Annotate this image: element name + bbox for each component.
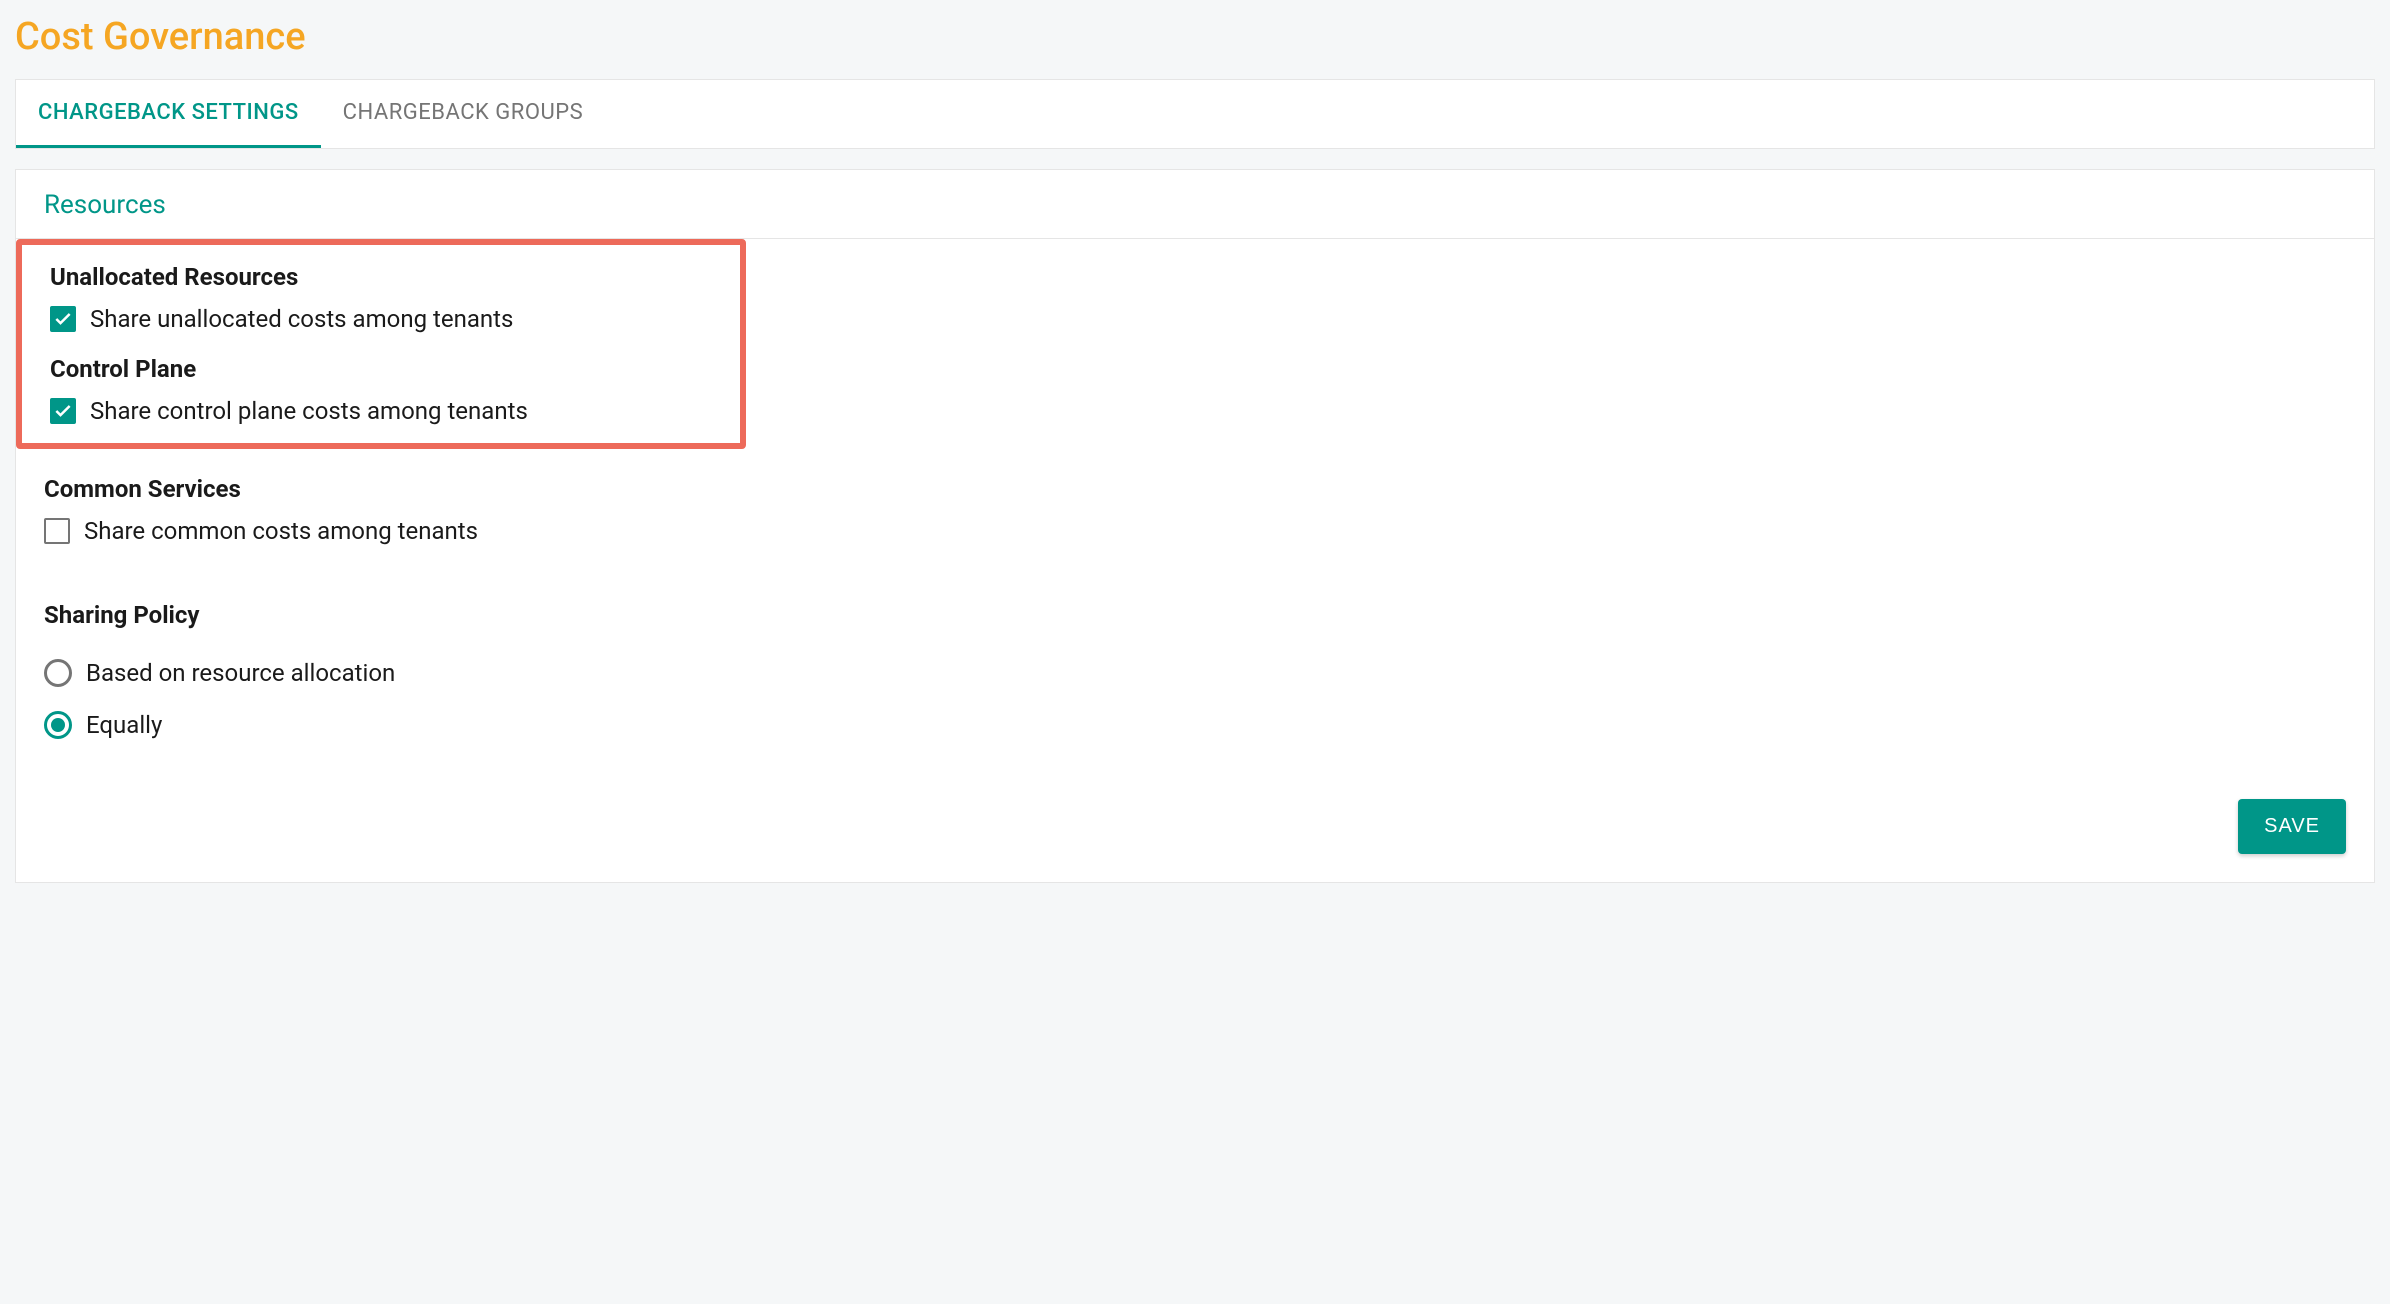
content-card: Resources Unallocated Resources Share un…: [15, 169, 2375, 883]
checkbox-label-unallocated: Share unallocated costs among tenants: [90, 305, 513, 333]
highlight-annotation: Unallocated Resources Share unallocated …: [16, 239, 746, 449]
tabs-container: CHARGEBACK SETTINGS CHARGEBACK GROUPS: [15, 79, 2375, 149]
setting-unallocated-resources: Unallocated Resources Share unallocated …: [50, 263, 720, 333]
checkbox-label-common-services: Share common costs among tenants: [84, 517, 478, 545]
tab-chargeback-settings[interactable]: CHARGEBACK SETTINGS: [16, 80, 321, 148]
content-body: Unallocated Resources Share unallocated …: [16, 239, 2374, 882]
save-button[interactable]: SAVE: [2238, 799, 2346, 854]
radio-equally[interactable]: [44, 711, 72, 739]
setting-control-plane: Control Plane Share control plane costs …: [50, 355, 720, 425]
setting-title-common-services: Common Services: [44, 475, 2346, 503]
checkbox-label-control-plane: Share control plane costs among tenants: [90, 397, 528, 425]
sharing-policy-title: Sharing Policy: [44, 601, 2346, 629]
checkbox-share-control-plane[interactable]: [50, 398, 76, 424]
checkmark-icon: [53, 401, 73, 421]
radio-label-resource-allocation: Based on resource allocation: [86, 659, 395, 687]
radio-inner: [51, 666, 65, 680]
checkbox-row-common-services: Share common costs among tenants: [44, 517, 2346, 545]
radio-row-equally: Equally: [44, 711, 2346, 739]
setting-common-services: Common Services Share common costs among…: [44, 475, 2346, 545]
footer: SAVE: [44, 799, 2346, 854]
section-title: Resources: [16, 170, 2374, 239]
setting-title-unallocated: Unallocated Resources: [50, 263, 720, 291]
radio-based-on-resource-allocation[interactable]: [44, 659, 72, 687]
checkbox-row-control-plane: Share control plane costs among tenants: [50, 397, 720, 425]
checkbox-share-common-services[interactable]: [44, 518, 70, 544]
setting-title-control-plane: Control Plane: [50, 355, 720, 383]
checkbox-share-unallocated[interactable]: [50, 306, 76, 332]
radio-label-equally: Equally: [86, 711, 162, 739]
radio-inner: [51, 718, 65, 732]
checkmark-icon: [53, 309, 73, 329]
page-title: Cost Governance: [15, 15, 2375, 59]
checkbox-row-unallocated: Share unallocated costs among tenants: [50, 305, 720, 333]
tab-chargeback-groups[interactable]: CHARGEBACK GROUPS: [321, 80, 606, 148]
radio-row-resource-allocation: Based on resource allocation: [44, 659, 2346, 687]
sharing-policy-section: Sharing Policy Based on resource allocat…: [44, 601, 2346, 739]
